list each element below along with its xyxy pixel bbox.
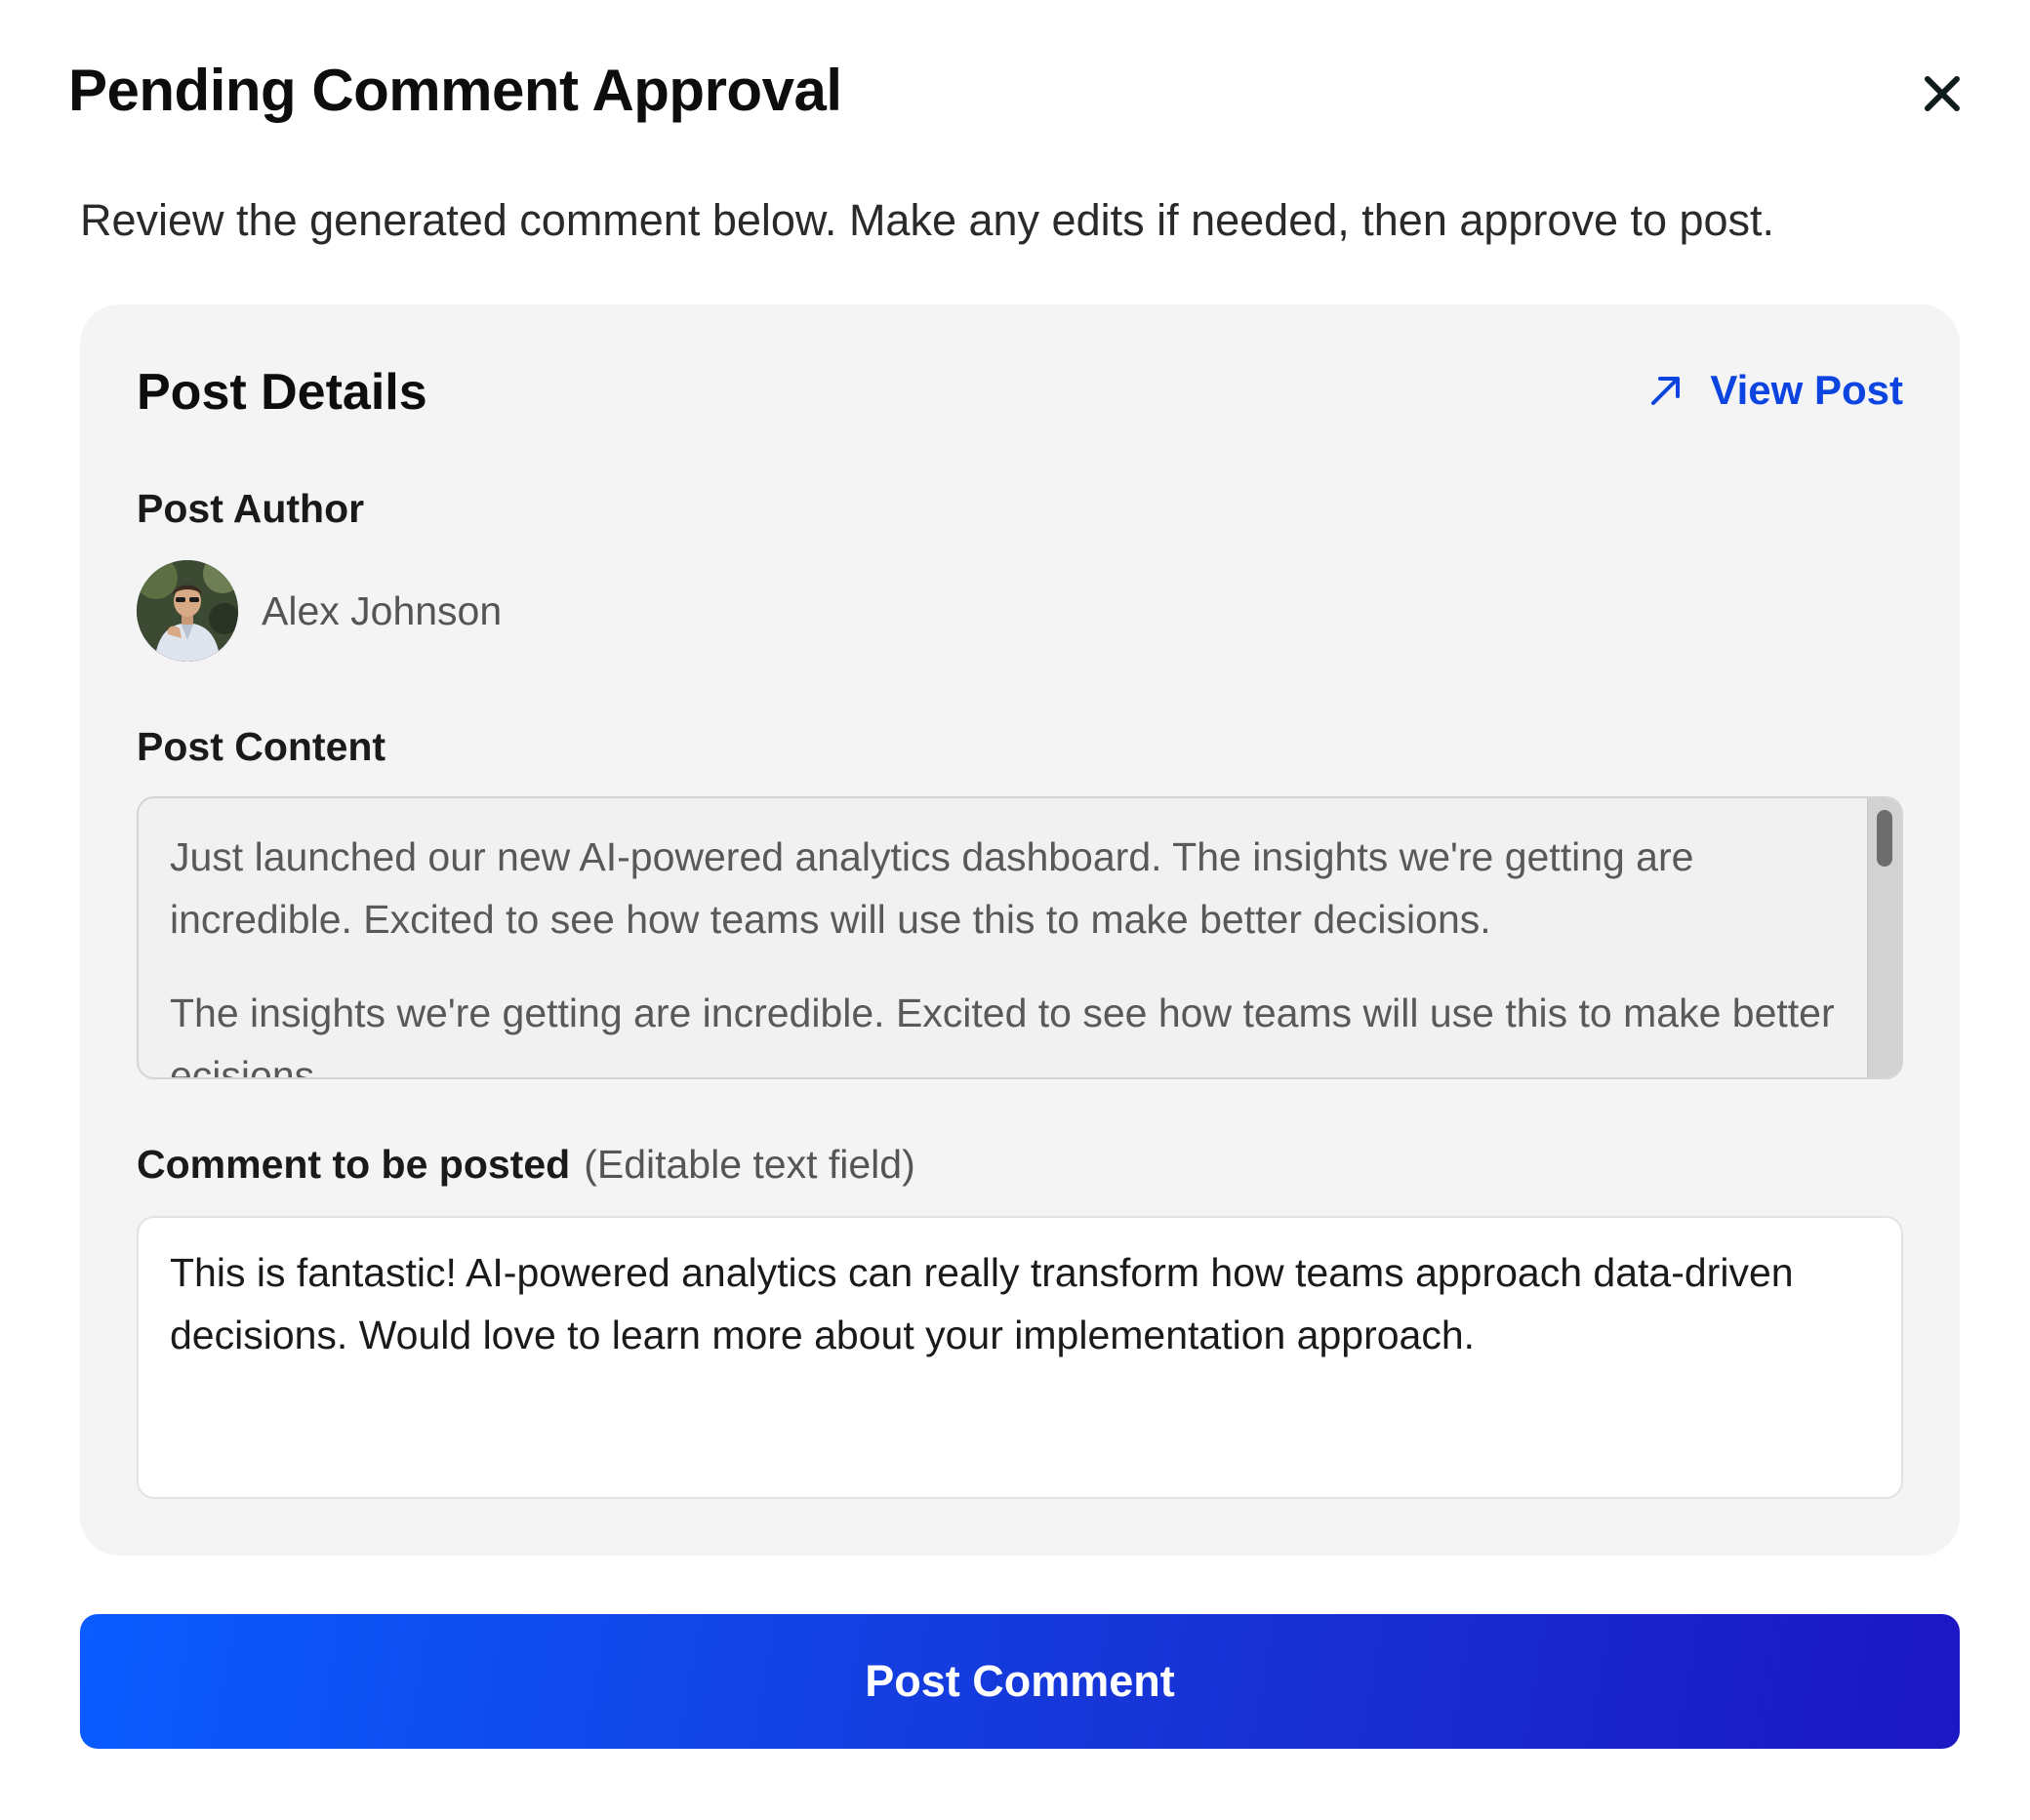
comment-label-hint: (Editable text field) xyxy=(584,1142,915,1187)
view-post-label: View Post xyxy=(1710,367,1903,413)
dialog-title: Pending Comment Approval xyxy=(68,58,842,123)
post-details-card: Post Details View Post Post Author Alex … xyxy=(80,304,1960,1556)
close-icon xyxy=(1925,76,1960,111)
post-content-label: Post Content xyxy=(137,724,386,769)
arrow-up-right-icon xyxy=(1651,377,1681,405)
post-author-label: Post Author xyxy=(137,486,365,531)
post-content-paragraph: Just launched our new AI-powered analyti… xyxy=(170,834,1694,942)
comment-label-text: Comment to be posted xyxy=(137,1142,571,1187)
post-content-text: Just launched our new AI-powered analyti… xyxy=(170,826,1848,1079)
post-details-heading: Post Details xyxy=(137,364,427,421)
view-post-link[interactable]: View Post xyxy=(1649,367,1903,414)
scrollbar-thumb[interactable] xyxy=(1877,810,1892,867)
post-author: Alex Johnson xyxy=(137,560,502,662)
post-comment-button[interactable]: Post Comment xyxy=(80,1614,1960,1749)
comment-approval-dialog: Pending Comment Approval Review the gene… xyxy=(0,0,2030,1820)
post-content-box[interactable]: Just launched our new AI-powered analyti… xyxy=(137,796,1903,1079)
dialog-subtitle: Review the generated comment below. Make… xyxy=(80,195,1775,245)
comment-label: Comment to be posted (Editable text field… xyxy=(137,1142,915,1188)
post-content-paragraph: The insights we're getting are incredibl… xyxy=(170,991,1835,1079)
author-name: Alex Johnson xyxy=(262,587,503,633)
avatar xyxy=(137,560,238,662)
comment-textarea[interactable]: This is fantastic! AI-powered analytics … xyxy=(137,1216,1903,1499)
content-scrollbar[interactable] xyxy=(1867,798,1901,1077)
close-button[interactable] xyxy=(1913,64,1971,123)
